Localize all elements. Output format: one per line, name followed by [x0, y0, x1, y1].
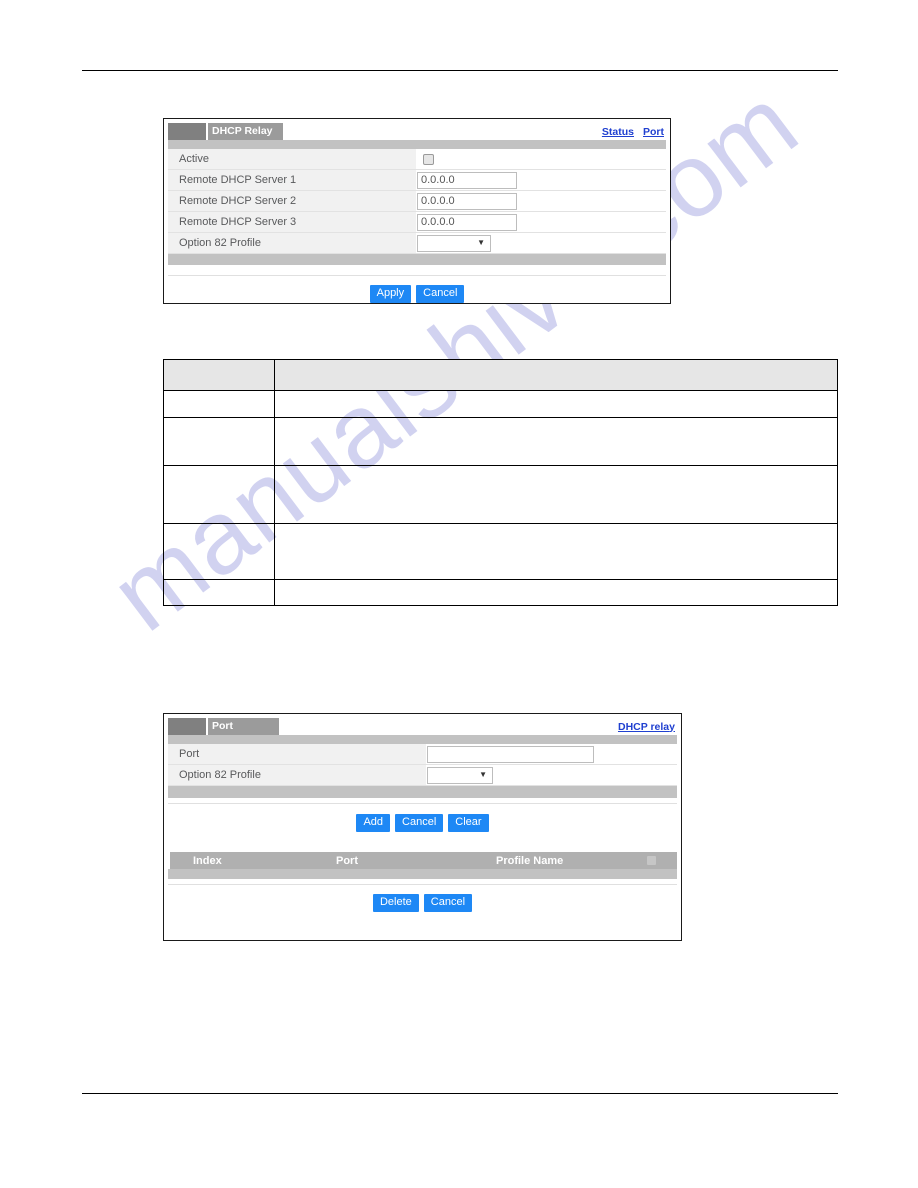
option-82-profile-select[interactable]: ▼ [427, 766, 493, 784]
clear-button[interactable]: Clear [448, 814, 489, 832]
port-panel: Port DHCP relay Port Option 82 Profile ▼ [163, 713, 682, 941]
port-subbar-top [168, 735, 677, 744]
port-title: Port [208, 718, 279, 735]
port-link[interactable]: Port [643, 126, 664, 138]
cancel-button[interactable]: Cancel [416, 285, 465, 303]
table-cell-label [163, 390, 275, 418]
port-links: DHCP relay [618, 718, 677, 735]
list-header-profile-name: Profile Name [496, 854, 564, 867]
table-row [163, 465, 838, 524]
page-footer-rule [82, 1093, 838, 1094]
apply-button[interactable]: Apply [369, 285, 412, 303]
table-cell-description [274, 465, 838, 524]
row-port-label: Port [168, 744, 426, 764]
chevron-down-icon: ▼ [479, 770, 487, 779]
row-remote-dhcp-server-1: Remote DHCP Server 1 0.0.0.0 [168, 170, 666, 191]
dhcp-relay-links: Status Port [602, 123, 666, 140]
table-cell-label [163, 417, 275, 466]
port-titlebar: Port DHCP relay [168, 718, 677, 735]
titlebar-stub [168, 123, 206, 140]
add-button[interactable]: Add [356, 814, 391, 832]
table-row [163, 417, 838, 466]
table-header-cell-description [274, 359, 838, 391]
row-active-value [416, 149, 666, 169]
port-subbar-bottom [168, 786, 677, 798]
port-list-header: Index Port Profile Name [168, 852, 677, 869]
row-port-value [426, 744, 677, 764]
port-hairline-bottom [168, 884, 677, 885]
row-option-82-profile: Option 82 Profile ▼ [168, 233, 666, 254]
list-header-port: Port [336, 854, 358, 867]
table-cell-description [274, 390, 838, 418]
row-port: Port [168, 744, 677, 765]
row-remote-dhcp-server-2-value: 0.0.0.0 [416, 191, 666, 211]
table-cell-label [163, 579, 275, 606]
table-cell-label [163, 523, 275, 580]
titlebar-spacer [283, 123, 602, 140]
row-active-label: Active [168, 149, 416, 169]
list-header-select-all-cell [626, 855, 677, 866]
dhcp-relay-button-row: Apply Cancel [168, 285, 666, 303]
row-remote-dhcp-server-3-value: 0.0.0.0 [416, 212, 666, 232]
row-option-82-profile-label: Option 82 Profile [168, 233, 416, 253]
dhcp-relay-gap [168, 265, 666, 275]
dhcp-relay-link[interactable]: DHCP relay [618, 721, 675, 733]
table-cell-description [274, 523, 838, 580]
select-all-checkbox[interactable] [646, 855, 657, 866]
row-remote-dhcp-server-3-label: Remote DHCP Server 3 [168, 212, 416, 232]
table-row [163, 523, 838, 580]
table-cell-label [163, 465, 275, 524]
port-list-body-empty [168, 869, 677, 879]
list-header-index: Index [193, 854, 222, 867]
dhcp-relay-title: DHCP Relay [208, 123, 283, 140]
table-header-row [163, 359, 838, 391]
status-link[interactable]: Status [602, 126, 634, 138]
port-input[interactable] [427, 745, 594, 763]
page-header-rule [82, 70, 838, 71]
row-remote-dhcp-server-1-label: Remote DHCP Server 1 [168, 170, 416, 190]
chevron-down-icon: ▼ [477, 238, 485, 247]
remote-dhcp-server-2-input[interactable]: 0.0.0.0 [417, 192, 517, 210]
dhcp-relay-subbar-top [168, 140, 666, 149]
cancel-button[interactable]: Cancel [423, 894, 473, 912]
table-cell-description [274, 417, 838, 466]
option-82-profile-select[interactable]: ▼ [417, 234, 491, 252]
row-option-82-profile: Option 82 Profile ▼ [168, 765, 677, 786]
row-option-82-profile-value: ▼ [416, 233, 666, 253]
dhcp-relay-subbar-bottom [168, 254, 666, 265]
port-bottom-button-row: Delete Cancel [168, 894, 677, 912]
port-hairline-top [168, 803, 677, 804]
row-active: Active [168, 149, 666, 170]
titlebar-stub [168, 718, 206, 735]
port-gap-mid [168, 832, 677, 852]
row-remote-dhcp-server-1-value: 0.0.0.0 [416, 170, 666, 190]
cancel-button[interactable]: Cancel [395, 814, 444, 832]
row-remote-dhcp-server-2: Remote DHCP Server 2 0.0.0.0 [168, 191, 666, 212]
port-action-button-row: Add Cancel Clear [168, 814, 677, 832]
dhcp-relay-titlebar: DHCP Relay Status Port [168, 123, 666, 140]
delete-button[interactable]: Delete [372, 894, 419, 912]
table-header-cell-label [163, 359, 275, 391]
table-row [163, 579, 838, 606]
table-cell-description [274, 579, 838, 606]
active-checkbox[interactable] [423, 153, 434, 165]
dhcp-relay-hairline [168, 275, 666, 276]
description-table [163, 359, 838, 606]
remote-dhcp-server-3-input[interactable]: 0.0.0.0 [417, 213, 517, 231]
row-remote-dhcp-server-2-label: Remote DHCP Server 2 [168, 191, 416, 211]
row-remote-dhcp-server-3: Remote DHCP Server 3 0.0.0.0 [168, 212, 666, 233]
table-row [163, 390, 838, 418]
row-option-82-profile-value: ▼ [426, 765, 677, 785]
row-option-82-profile-label: Option 82 Profile [168, 765, 426, 785]
titlebar-spacer [279, 718, 618, 735]
remote-dhcp-server-1-input[interactable]: 0.0.0.0 [417, 171, 517, 189]
dhcp-relay-panel: DHCP Relay Status Port Active Remote DHC… [163, 118, 671, 304]
